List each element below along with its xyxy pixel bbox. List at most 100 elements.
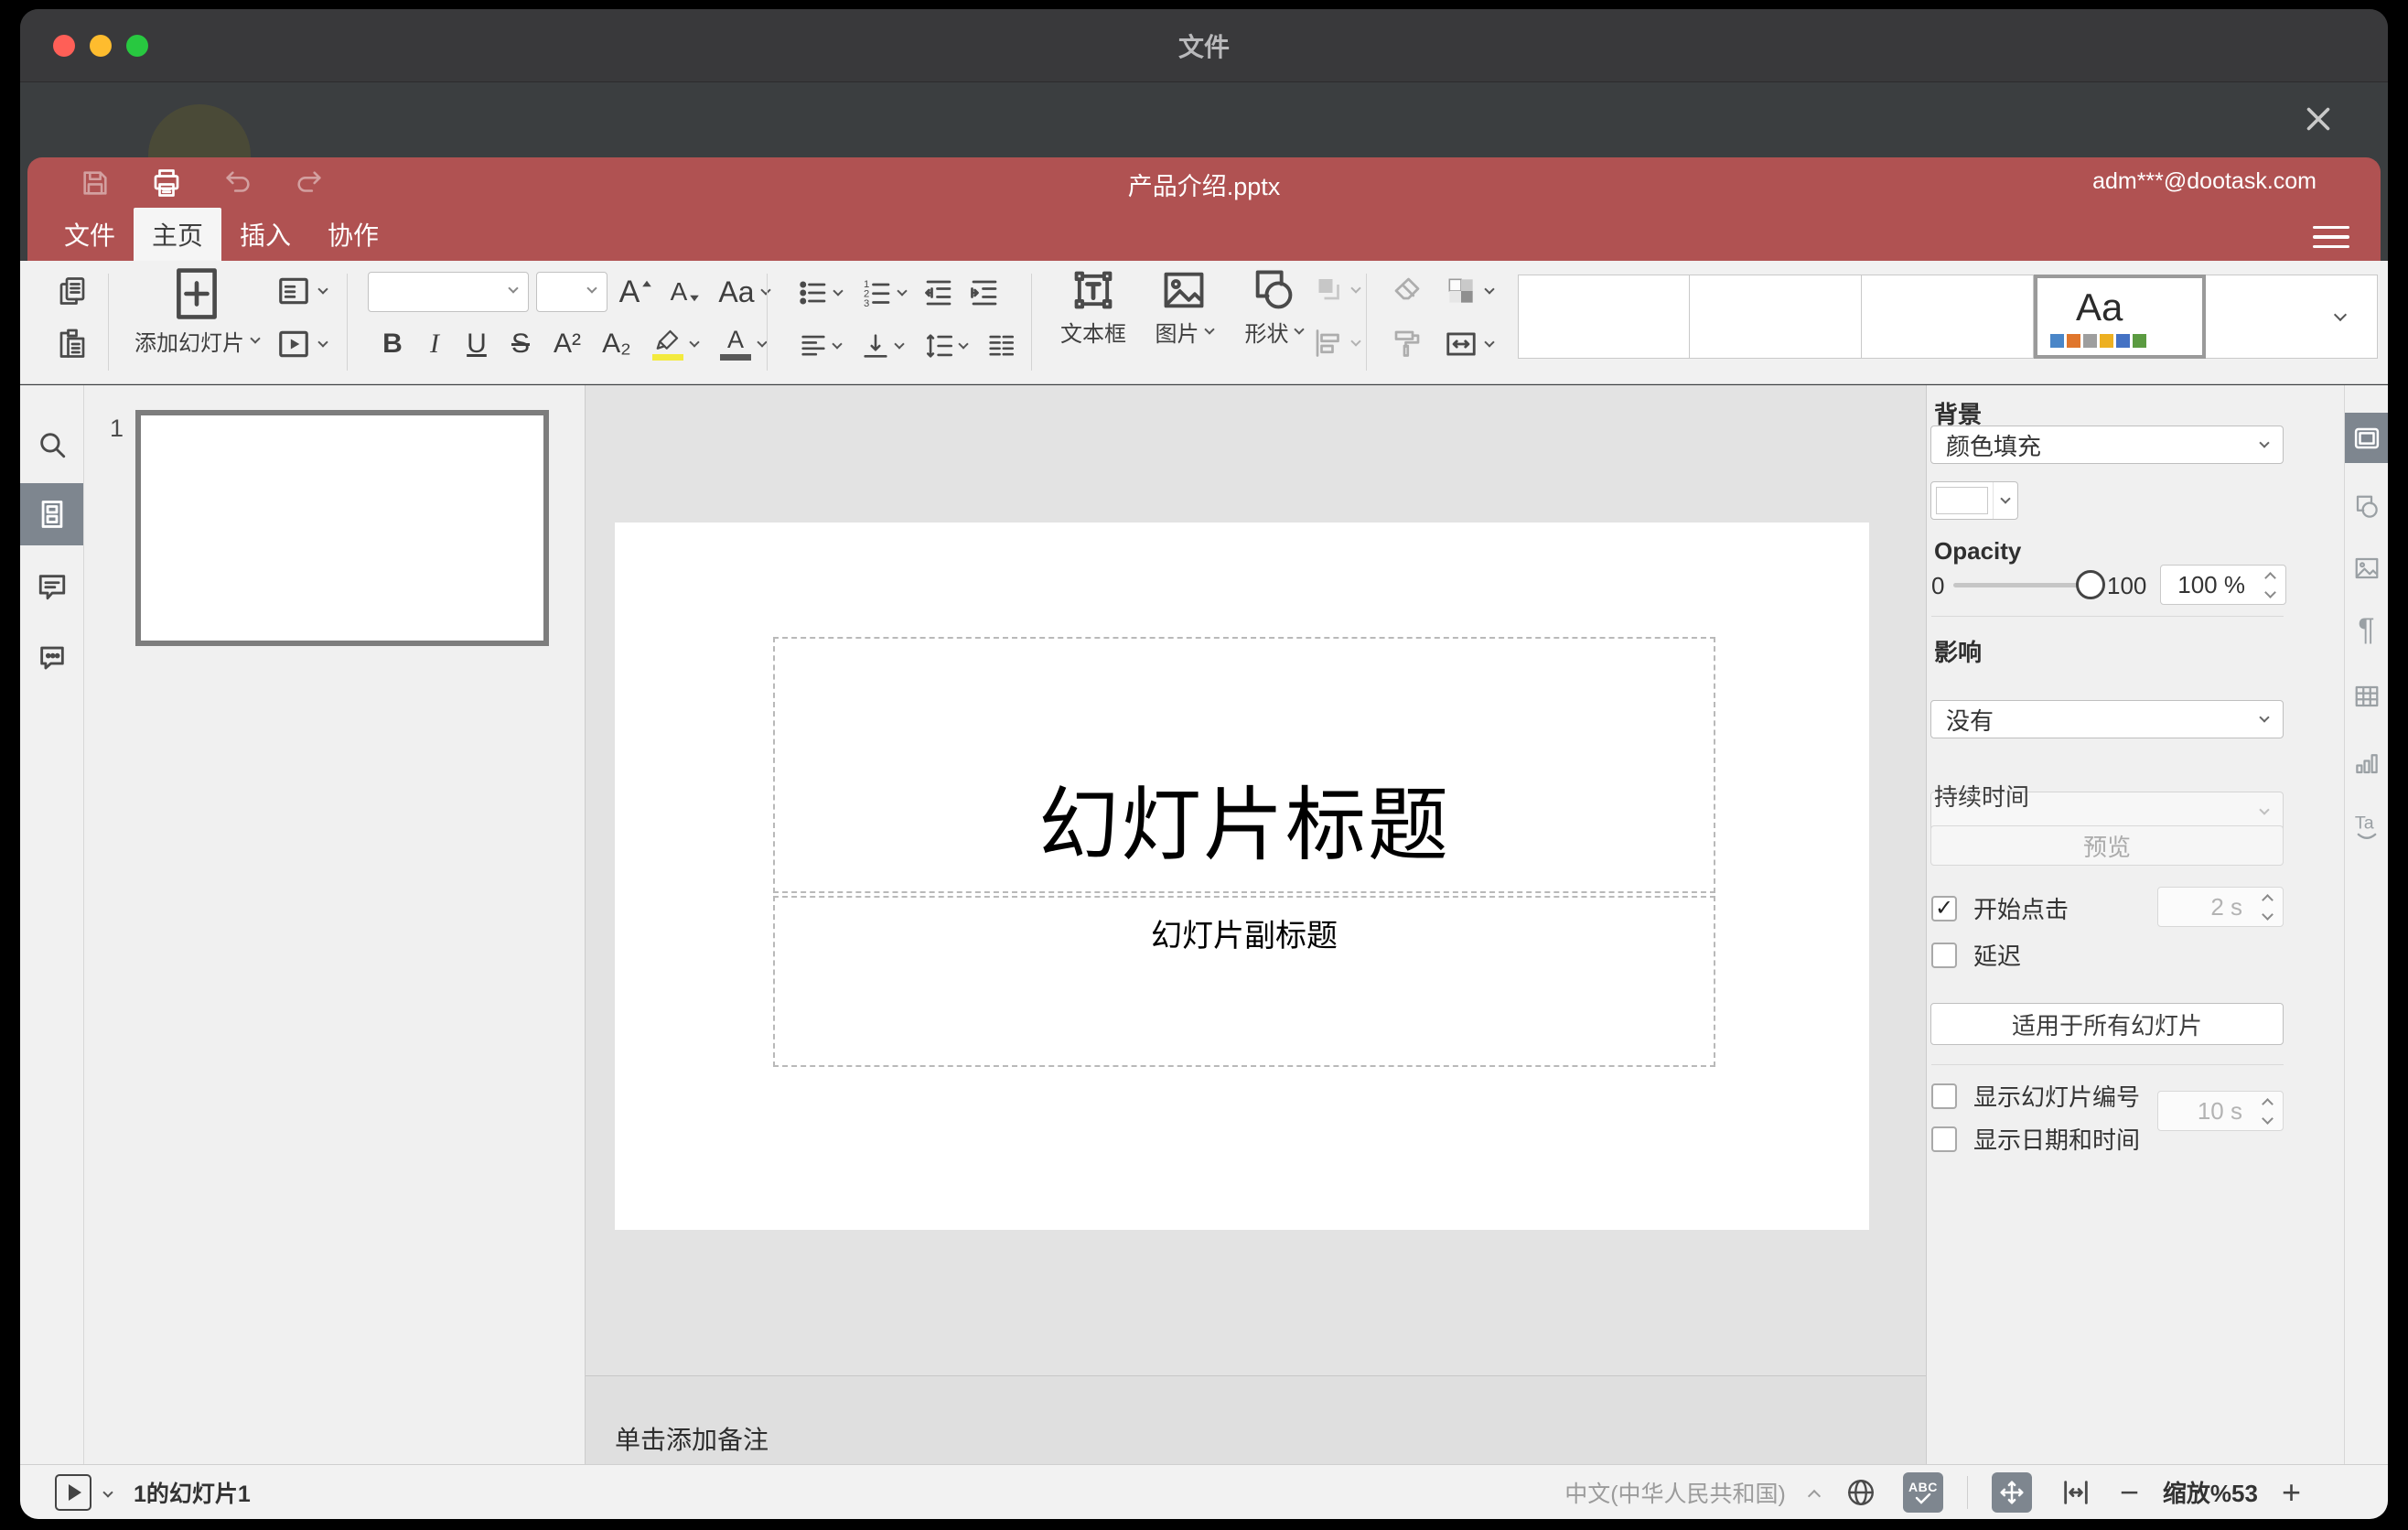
font-color-button[interactable]: A [714,325,772,363]
subscript-button[interactable]: A₂ [597,325,637,363]
theme-option-2[interactable] [1690,275,1862,359]
tab-home[interactable]: 主页 [134,208,221,261]
close-icon[interactable] [2296,97,2340,141]
copy-style-button[interactable] [1391,327,1424,360]
left-sidebar [20,385,84,1464]
slide-size-button[interactable] [1444,327,1495,361]
slide-position-info: 1的幻灯片1 [134,1481,251,1507]
title-placeholder[interactable]: 幻灯片标题 [773,637,1715,893]
underline-button[interactable]: U [459,325,494,363]
arrange-shape-button[interactable] [1312,274,1361,307]
slide-canvas[interactable]: 幻灯片标题 幻灯片副标题 [615,523,1869,1230]
slide-settings-icon[interactable] [2345,413,2388,463]
background-fill-value: 颜色填充 [1946,432,2042,460]
table-settings-icon[interactable] [2345,671,2388,721]
avatar [148,104,251,157]
italic-button[interactable]: I [419,325,450,363]
numbered-list-button[interactable]: 123 [854,274,912,312]
strikethrough-button[interactable]: S [503,325,538,363]
fit-to-slide-icon[interactable] [1991,1471,2032,1513]
opacity-min-label: 0 [1931,572,1945,599]
slide-thumbnail[interactable] [135,410,549,646]
opacity-max-label: 100 [2107,572,2147,599]
highlight-color-swatch [652,353,683,361]
theme-option-3[interactable] [1862,275,2034,359]
macos-titlebar: 文件 [20,9,2388,82]
home-toolbar: 添加幻灯片 A A Aa B I U S A² A₂ A 1 2 3 文本框 图… [20,261,2388,384]
theme-gallery-expand-button[interactable] [2319,275,2360,359]
screen: 文件 产品介绍.pptx adm***@dootask.com 文件 主页 插入… [0,0,2408,1530]
add-slide-button[interactable]: 添加幻灯片 [128,266,265,357]
slide-thumbnails-panel: 1 [84,385,586,1464]
tab-file[interactable]: 文件 [46,208,134,261]
image-settings-icon[interactable] [2345,543,2388,593]
increase-font-size-button[interactable]: A [615,273,657,311]
color-scheme-button[interactable] [1444,274,1495,308]
slides-panel-icon[interactable] [20,483,83,545]
notes-area[interactable]: 单击添加备注 [586,1375,1926,1464]
font-name-select[interactable] [368,272,529,312]
spellcheck-icon[interactable]: ABC [1902,1471,1943,1513]
fill-color-picker[interactable] [1930,481,2018,520]
opacity-slider-thumb[interactable] [2076,570,2105,599]
align-shape-button[interactable] [1312,327,1361,360]
zoom-in-button[interactable]: + [2282,1475,2301,1509]
insert-shape-button[interactable]: 形状 [1230,266,1317,348]
search-icon[interactable] [20,419,83,470]
horizontal-align-button[interactable] [791,327,846,365]
preview-button[interactable]: 预览 [1930,825,2284,866]
fit-to-width-icon[interactable] [2056,1472,2096,1513]
bold-button[interactable]: B [375,325,410,363]
copy-icon[interactable] [53,272,91,310]
line-spacing-button[interactable] [916,327,974,365]
set-language-globe-icon[interactable] [1843,1472,1879,1513]
theme-option-selected[interactable]: Aa [2034,275,2206,359]
slide-layout-button[interactable] [276,274,328,308]
bullet-list-button[interactable] [791,274,846,312]
chart-settings-icon[interactable] [2345,738,2388,788]
increase-indent-button[interactable] [965,274,1004,312]
menu-icon[interactable] [2313,225,2349,248]
slideshow-options-chevron-icon[interactable] [102,1486,113,1498]
opacity-slider-track[interactable] [1953,583,2096,587]
insert-image-button[interactable]: 图片 [1142,266,1226,348]
highlight-color-button[interactable] [646,325,704,363]
transition-effect-select[interactable]: 没有 [1930,700,2284,738]
tab-insert[interactable]: 插入 [221,208,309,261]
zoom-out-button[interactable]: − [2120,1475,2139,1509]
change-case-button[interactable]: Aa [714,273,774,311]
comments-icon[interactable] [20,561,83,612]
delay-checkbox[interactable] [1931,942,1957,968]
font-size-select[interactable] [536,272,607,312]
show-slide-number-checkbox[interactable] [1931,1083,1957,1109]
tab-collaboration[interactable]: 协作 [309,208,397,261]
opacity-label: Opacity [1934,537,2022,565]
columns-button[interactable] [982,327,1020,365]
chat-icon[interactable] [20,631,83,683]
start-slideshow-button[interactable] [276,327,328,361]
background-fill-select[interactable]: 颜色填充 [1930,426,2284,464]
paragraph-settings-icon[interactable]: ¶ [2345,605,2388,655]
clear-style-button[interactable] [1391,274,1424,307]
paste-icon[interactable] [53,325,91,363]
superscript-button[interactable]: A² [547,325,587,363]
editor-canvas: 幻灯片标题 幻灯片副标题 单击添加备注 [586,385,1926,1464]
start-on-click-checkbox[interactable]: ✓ [1931,895,1957,921]
delay-label: 延迟 [1973,943,2022,970]
text-box-button[interactable]: 文本框 [1052,266,1134,348]
show-date-time-checkbox[interactable] [1931,1126,1957,1152]
document-language[interactable]: 中文(中华人民共和国) [1564,1476,1786,1509]
apply-to-all-slides-button[interactable]: 适用于所有幻灯片 [1930,1003,2284,1045]
theme-option-1[interactable] [1518,275,1690,359]
opacity-spinner[interactable]: 100 % [2160,565,2286,605]
decrease-font-size-button[interactable]: A [664,273,706,311]
decrease-indent-button[interactable] [919,274,958,312]
vertical-align-button[interactable] [854,327,908,365]
checkmark: ✓ [1934,896,1954,921]
duration-spinner[interactable]: 2 s [2157,887,2284,927]
text-art-settings-icon[interactable]: Ta [2345,802,2388,852]
start-slideshow-status-button[interactable] [55,1473,91,1511]
shape-settings-icon[interactable] [2345,481,2388,532]
delay-spinner[interactable]: 10 s [2157,1091,2284,1131]
subtitle-placeholder[interactable]: 幻灯片副标题 [773,896,1715,1067]
